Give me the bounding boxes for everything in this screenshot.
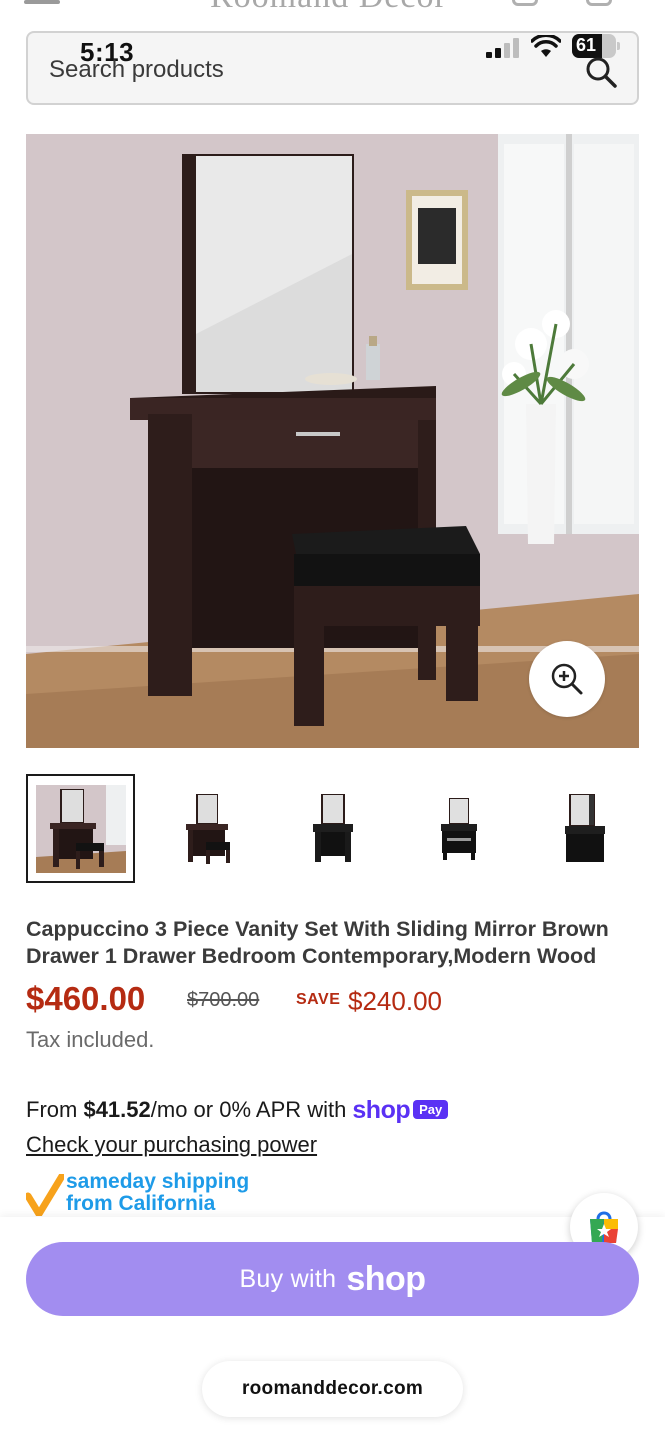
product-title: Cappuccino 3 Piece Vanity Set With Slidi… [26,917,609,968]
sameday-shipping-badge: sameday shipping from California [26,1170,286,1216]
installments-banner: From $41.52/mo or 0% APR with shop Pay [26,1096,646,1128]
shipping-line-1: sameday shipping [66,1170,250,1193]
thumbnail-3[interactable] [278,774,387,883]
menu-icon[interactable] [24,0,60,4]
zoom-button[interactable] [529,641,605,717]
url-pill[interactable]: roomanddecor.com [202,1361,463,1417]
search-icon[interactable] [584,55,618,89]
shipping-line-2: from California [66,1192,216,1215]
product-main-image[interactable] [26,134,639,748]
brand-logo[interactable]: Roomand Decor [210,0,447,16]
pay-badge: Pay [413,1100,449,1119]
site-header: Roomand Decor [0,0,665,22]
buy-button-shop-logo: shop [346,1259,426,1298]
purchasing-power-link[interactable]: Check your purchasing power [26,1132,317,1158]
shop-pay-logo: shop [352,1096,411,1124]
installments-suffix: /mo or 0% APR with [150,1097,347,1122]
thumbnail-5[interactable] [530,774,639,883]
price-row: $460.00 $700.00 SAVE $240.00 [26,980,646,1024]
price-compare-at: $700.00 [187,989,260,1011]
tax-note: Tax included. [26,1027,155,1052]
buy-with-shop-button[interactable]: Buy with shop [26,1242,639,1316]
search-bar[interactable]: 5:13 Search products 61 [26,31,639,105]
shop-app-icon [590,1211,618,1243]
installments-prefix: From [26,1097,84,1122]
checkout-bottom-sheet: Buy with shop roomanddecor.com [0,1193,665,1440]
wifi-icon [531,35,561,57]
search-input[interactable]: Search products [49,56,224,84]
site-domain: roomanddecor.com [241,1378,424,1399]
thumbnail-gallery [26,774,639,884]
cart-icon[interactable] [586,0,612,6]
save-amount: $240.00 [348,986,442,1016]
zoom-in-icon [551,663,583,695]
thumbnail-1[interactable] [26,774,135,883]
installments-amount: $41.52 [83,1097,151,1122]
checkmark-icon [26,1174,64,1216]
thumbnail-2[interactable] [152,774,261,883]
header-search-icon[interactable] [512,0,538,6]
buy-button-label: Buy with [239,1264,337,1293]
save-label: SAVE [296,991,341,1008]
signal-icon [486,38,522,58]
thumbnail-4[interactable] [404,774,513,883]
battery-level: 61 [576,35,597,55]
price-current: $460.00 [26,980,146,1017]
